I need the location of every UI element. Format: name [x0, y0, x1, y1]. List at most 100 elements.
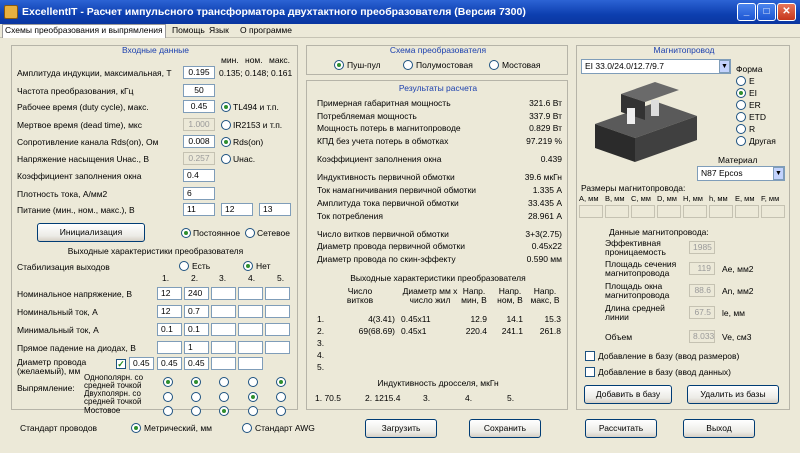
wire-diam-checkbox[interactable]: ✓: [116, 359, 126, 369]
out-current-3[interactable]: [211, 305, 236, 318]
out-voltage-1[interactable]: 12: [157, 287, 182, 300]
dim-input[interactable]: [631, 205, 655, 218]
supply-max-input[interactable]: 13: [259, 203, 291, 216]
init-button[interactable]: Инициализация: [37, 223, 145, 242]
rect-bipolar-radio-1[interactable]: [163, 392, 173, 402]
shape-other-radio[interactable]: [736, 136, 746, 146]
dim-input[interactable]: [683, 205, 707, 218]
dim-input[interactable]: [709, 205, 733, 218]
rect-bridge-radio-5[interactable]: [276, 406, 286, 416]
supply-nom-input[interactable]: 12: [221, 203, 253, 216]
diode-drop-4[interactable]: [238, 341, 263, 354]
dim-input[interactable]: [657, 205, 681, 218]
duty-input[interactable]: 0.45: [183, 100, 215, 113]
window-fill-input[interactable]: 0.4: [183, 169, 215, 182]
diode-drop-2[interactable]: 1: [184, 341, 209, 354]
diode-drop-3[interactable]: [211, 341, 236, 354]
dc-supply-radio[interactable]: [181, 228, 191, 238]
dim-input[interactable]: [605, 205, 629, 218]
rect-bipolar-radio-3[interactable]: [219, 392, 229, 402]
shape-etd-radio[interactable]: [736, 112, 746, 122]
rect-single-radio-1[interactable]: [163, 377, 173, 387]
diode-drop-1[interactable]: [157, 341, 182, 354]
diode-drop-5[interactable]: [265, 341, 290, 354]
rect-bipolar-radio-5[interactable]: [276, 392, 286, 402]
out-min-current-3[interactable]: [211, 323, 236, 336]
wire-diam-1[interactable]: 0.45: [129, 357, 154, 370]
induction-input[interactable]: 0.195: [183, 66, 215, 79]
shape-ei-radio[interactable]: [736, 88, 746, 98]
shape-r-radio[interactable]: [736, 124, 746, 134]
core-dropdown-icon[interactable]: ▼: [719, 60, 730, 73]
menu-language[interactable]: Язык: [209, 25, 229, 35]
out-min-current-1[interactable]: 0.1: [157, 323, 182, 336]
bridge-radio[interactable]: [489, 60, 499, 70]
ac-supply-radio[interactable]: [245, 228, 255, 238]
out-voltage-4[interactable]: [238, 287, 263, 300]
stab-yes-radio[interactable]: [179, 261, 189, 271]
rect-single-radio-4[interactable]: [248, 377, 258, 387]
rect-bridge-radio-1[interactable]: [163, 406, 173, 416]
exit-button[interactable]: Выход: [683, 419, 755, 438]
rds-input[interactable]: 0.008: [183, 135, 215, 148]
param-ve-value[interactable]: 8.033: [689, 330, 715, 343]
stab-no-radio[interactable]: [243, 261, 253, 271]
out-voltage-3[interactable]: [211, 287, 236, 300]
menu-about[interactable]: О программе: [240, 25, 292, 35]
wire-diam-5[interactable]: [238, 357, 263, 370]
material-dropdown-icon[interactable]: ▼: [773, 167, 784, 180]
wire-diam-4[interactable]: [211, 357, 236, 370]
minimize-button[interactable]: _: [737, 3, 756, 21]
delete-from-db-button[interactable]: Удалить из базы: [687, 385, 779, 404]
save-button[interactable]: Сохранить: [469, 419, 541, 438]
dim-input[interactable]: [735, 205, 759, 218]
rect-single-radio-5[interactable]: [276, 377, 286, 387]
out-current-4[interactable]: [238, 305, 263, 318]
shape-er-radio[interactable]: [736, 100, 746, 110]
load-button[interactable]: Загрузить: [365, 419, 437, 438]
param-ae-value[interactable]: 119: [689, 262, 715, 275]
wire-diam-2[interactable]: 0.45: [157, 357, 182, 370]
add-data-checkbox[interactable]: [585, 367, 595, 377]
close-button[interactable]: ✕: [777, 3, 796, 21]
out-voltage-5[interactable]: [265, 287, 290, 300]
rect-bridge-radio-4[interactable]: [248, 406, 258, 416]
dim-input[interactable]: [761, 205, 785, 218]
deadtime-input[interactable]: 1.000: [183, 118, 215, 131]
calculate-button[interactable]: Рассчитать: [585, 419, 657, 438]
ir2153-radio[interactable]: [221, 120, 231, 130]
current-density-input[interactable]: 6: [183, 187, 215, 200]
rect-bridge-radio-2[interactable]: [191, 406, 201, 416]
rect-single-radio-3[interactable]: [219, 377, 229, 387]
tl494-radio[interactable]: [221, 102, 231, 112]
out-voltage-2[interactable]: 240: [184, 287, 209, 300]
rect-bipolar-radio-4[interactable]: [248, 392, 258, 402]
add-dims-checkbox[interactable]: [585, 351, 595, 361]
halfbridge-radio[interactable]: [403, 60, 413, 70]
out-current-2[interactable]: 0.7: [184, 305, 209, 318]
usat-radio[interactable]: [221, 154, 231, 164]
shape-e-radio[interactable]: [736, 76, 746, 86]
core-select[interactable]: EI 33.0/24.0/12.7/9.7: [581, 59, 731, 74]
material-select[interactable]: N87 Epcos: [697, 166, 785, 181]
pushpull-radio[interactable]: [334, 60, 344, 70]
out-min-current-2[interactable]: 0.1: [184, 323, 209, 336]
wire-diam-3[interactable]: 0.45: [184, 357, 209, 370]
out-current-1[interactable]: 12: [157, 305, 182, 318]
supply-min-input[interactable]: 11: [183, 203, 215, 216]
menu-help[interactable]: Помощь: [172, 25, 205, 35]
param-le-value[interactable]: 67.5: [689, 306, 715, 319]
param-an-value[interactable]: 88.6: [689, 284, 715, 297]
rds-radio[interactable]: [221, 137, 231, 147]
frequency-input[interactable]: 50: [183, 84, 215, 97]
maximize-button[interactable]: □: [757, 3, 776, 21]
rect-bipolar-radio-2[interactable]: [191, 392, 201, 402]
add-to-db-button[interactable]: Добавить в базу: [584, 385, 672, 404]
param-mu-value[interactable]: 1985: [689, 241, 715, 254]
rect-bridge-radio-3[interactable]: [219, 406, 229, 416]
metric-radio[interactable]: [131, 423, 141, 433]
usat-input[interactable]: 0.257: [183, 152, 215, 165]
dim-input[interactable]: [579, 205, 603, 218]
out-min-current-4[interactable]: [238, 323, 263, 336]
rect-single-radio-2[interactable]: [191, 377, 201, 387]
